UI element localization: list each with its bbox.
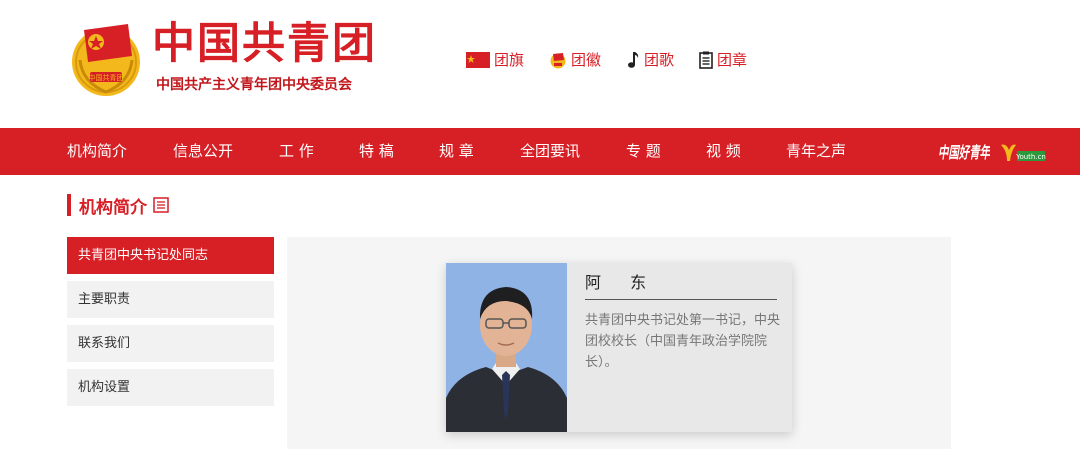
league-emblem-logo[interactable]: 中国共青团 (66, 20, 146, 100)
symbol-song-link[interactable]: 团歌 (626, 49, 674, 71)
emblem-text: 中国共青团 (89, 73, 124, 82)
section-title: 机构简介 (79, 197, 147, 218)
profile-name: 阿 东 (585, 273, 659, 292)
nav-item-youth-voice[interactable]: 青年之声 (786, 128, 846, 175)
profile-divider (585, 299, 777, 300)
site-header: 中国共青团 中国共青团 中国共产主义青年团中央委员会 团旗 团徽 团歌 团章 (0, 0, 1080, 128)
site-title[interactable]: 中国共青团 (152, 16, 377, 72)
profile-description: 共青团中央书记处第一书记，中央团校校长（中国青年政治学院院长）。 (585, 313, 781, 370)
profile-photo[interactable] (446, 263, 567, 432)
nav-item-about[interactable]: 机构简介 (67, 128, 127, 175)
good-youth-logo[interactable]: 中国好青年 (938, 138, 990, 164)
emblem-icon (549, 51, 567, 69)
section-heading: 机构简介 (67, 193, 169, 218)
flag-icon (466, 52, 490, 68)
site-subtitle: 中国共产主义青年团中央委员会 (156, 77, 352, 93)
nav-item-features[interactable]: 特 稿 (359, 128, 394, 175)
symbol-emblem-link[interactable]: 团徽 (549, 49, 601, 71)
nav-item-work[interactable]: 工 作 (279, 128, 314, 175)
main-nav: 机构简介 信息公开 工 作 特 稿 规 章 全团要讯 专 题 视 频 青年之声 (0, 128, 1080, 175)
music-note-icon (626, 51, 640, 69)
symbol-song-label: 团歌 (644, 51, 675, 69)
side-menu: 共青团中央书记处同志 主要职责 联系我们 机构设置 (67, 237, 274, 413)
symbol-emblem-label: 团徽 (571, 51, 602, 69)
profile-card[interactable]: 阿 东 共青团中央书记处第一书记，中央团校校长（中国青年政治学院院长）。 (446, 263, 792, 432)
nav-item-topics[interactable]: 专 题 (626, 128, 661, 175)
symbol-flag-link[interactable]: 团旗 (466, 49, 524, 71)
youth-cn-logo-text: Youth.cn (1015, 153, 1046, 161)
side-item-secretariat[interactable]: 共青团中央书记处同志 (67, 237, 274, 274)
nav-item-regulations[interactable]: 规 章 (439, 128, 474, 175)
side-item-contact[interactable]: 联系我们 (67, 325, 274, 362)
symbol-charter-label: 团章 (717, 51, 748, 69)
symbol-charter-link[interactable]: 团章 (699, 49, 747, 71)
good-youth-logo-text: 中国好青年 (938, 143, 990, 162)
side-item-responsibilities[interactable]: 主要职责 (67, 281, 274, 318)
nav-item-news[interactable]: 全团要讯 (520, 128, 580, 175)
list-icon (153, 197, 169, 213)
league-symbols-bar: 团旗 团徽 团歌 团章 (466, 48, 772, 72)
document-icon (699, 51, 713, 69)
symbol-flag-label: 团旗 (494, 51, 525, 69)
nav-item-video[interactable]: 视 频 (706, 128, 741, 175)
section-accent-bar (67, 194, 71, 216)
youth-cn-logo[interactable]: Youth.cn (1000, 141, 1046, 163)
side-item-structure[interactable]: 机构设置 (67, 369, 274, 406)
nav-item-info[interactable]: 信息公开 (173, 128, 233, 175)
